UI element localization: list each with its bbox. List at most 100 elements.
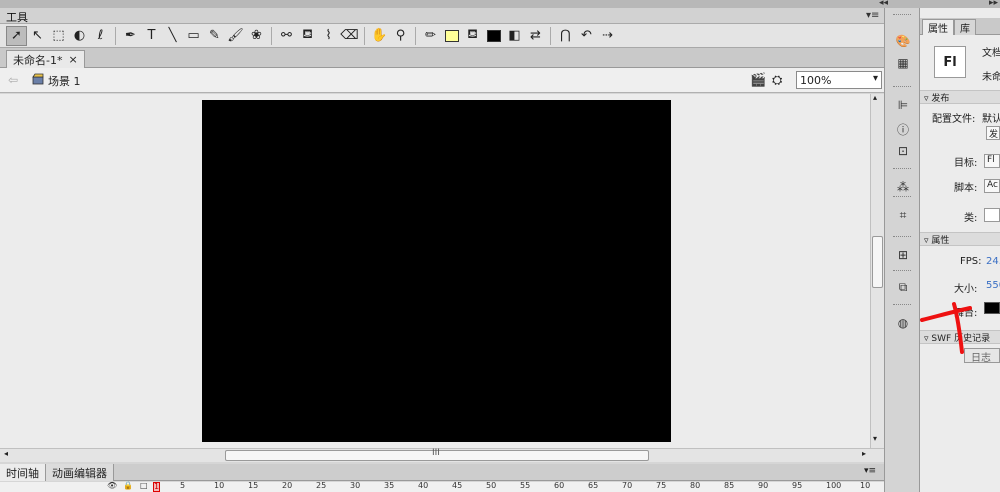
panel-grip[interactable] <box>893 86 911 88</box>
properties-panel: 属性 库 Fl 文档 未命 ▿ 发布 配置文件: 默认 发 目标: Fl 脚本:… <box>920 8 1000 492</box>
collapse-right-icon[interactable]: ▸▸ <box>989 0 998 8</box>
stroke-color-icon[interactable]: ✏ <box>420 26 441 46</box>
color-palette-icon[interactable]: 🎨 <box>894 32 912 50</box>
panel-grip[interactable] <box>893 168 911 170</box>
timeline-menu-icon[interactable]: ▾≡ <box>864 466 876 476</box>
vertical-scroll-thumb[interactable] <box>872 236 883 288</box>
stage-work-area[interactable] <box>0 94 870 448</box>
frame-number: 85 <box>724 481 735 490</box>
snap-magnet-icon[interactable]: ⋂ <box>555 26 576 46</box>
eyedropper-tool-icon[interactable]: ⌇ <box>318 26 339 46</box>
horizontal-scrollbar[interactable]: ◂ III ▸ <box>0 448 884 462</box>
collapse-left-icon[interactable]: ◂◂ <box>879 0 888 8</box>
align-icon[interactable]: ⊫ <box>894 96 912 114</box>
frame-number: 50 <box>486 481 497 490</box>
panel-menu-icon[interactable]: ▾≡ <box>866 10 879 21</box>
frame-number: 35 <box>384 481 395 490</box>
lock-icon[interactable]: 🔒 <box>123 481 133 490</box>
tab-library[interactable]: 库 <box>954 19 976 35</box>
swap-colors-icon[interactable]: ⇄ <box>525 26 546 46</box>
toolbar-separator <box>271 26 272 45</box>
bone-tool-icon[interactable]: ⚯ <box>276 26 297 46</box>
playhead[interactable]: 1 <box>153 482 160 492</box>
size-value[interactable]: 550 <box>986 280 1000 291</box>
straighten-icon[interactable]: ⇢ <box>597 26 618 46</box>
stage-canvas[interactable] <box>202 100 671 442</box>
stage-color-swatch[interactable] <box>984 302 1000 314</box>
transform-icon[interactable]: ⊡ <box>894 142 912 160</box>
scroll-left-icon[interactable]: ◂ <box>4 449 8 458</box>
close-icon[interactable]: × <box>68 53 77 66</box>
pencil-tool-icon[interactable]: ✎ <box>204 26 225 46</box>
frame-ruler[interactable]: 👁 🔒 □ 1 5 10 15 20 25 30 35 40 45 50 55 60 65 70 75 80 8… <box>0 481 884 492</box>
scroll-down-icon[interactable]: ▾ <box>873 434 877 443</box>
toolbar-separator <box>364 26 365 45</box>
chevron-down-icon[interactable]: ▾ <box>873 73 878 84</box>
fill-color-swatch[interactable] <box>483 26 504 46</box>
log-button[interactable]: 日志 <box>964 348 1000 364</box>
swf-history-section[interactable]: ▿ SWF 历史记录 <box>920 330 1000 344</box>
lasso-tool-icon[interactable]: ℓ <box>90 26 111 46</box>
3d-rotation-tool-icon[interactable]: ◐ <box>69 26 90 46</box>
panel-grip[interactable] <box>893 270 911 272</box>
brush-tool-icon[interactable]: 🖌 <box>225 26 246 46</box>
properties-tab-bar: 属性 库 <box>920 18 1000 35</box>
back-arrow-icon[interactable]: ⇦ <box>8 73 18 87</box>
top-collapse-strip: ◂◂ ▸▸ <box>0 0 1000 8</box>
smooth-icon[interactable]: ↶ <box>576 26 597 46</box>
vertical-scrollbar[interactable]: ▴ ▾ <box>870 93 884 448</box>
eye-icon[interactable]: 👁 <box>107 481 117 490</box>
edit-symbols-icon[interactable]: ⛭ <box>772 73 782 88</box>
frame-number: 30 <box>350 481 361 490</box>
panel-grip[interactable] <box>893 196 911 198</box>
stroke-color-swatch[interactable] <box>441 26 462 46</box>
edit-scene-icon[interactable]: 🎬 <box>750 73 766 88</box>
target-select[interactable]: Fl <box>984 154 1000 168</box>
pen-tool-icon[interactable]: ✒ <box>120 26 141 46</box>
swatches-icon[interactable]: ▦ <box>894 54 912 72</box>
tab-properties[interactable]: 属性 <box>922 19 954 35</box>
rectangle-tool-icon[interactable]: ▭ <box>183 26 204 46</box>
components-icon[interactable]: ⁂ <box>894 178 912 196</box>
properties-section[interactable]: ▿ 属性 <box>920 232 1000 246</box>
fps-value[interactable]: 24. <box>986 256 1000 267</box>
document-tab[interactable]: 未命名-1* × <box>6 50 85 68</box>
horizontal-scroll-thumb[interactable]: III <box>225 448 649 461</box>
selection-tool-icon[interactable]: ➚ <box>6 25 27 46</box>
zoom-select[interactable]: 100% ▾ <box>796 71 882 89</box>
info-icon[interactable]: ⓘ <box>894 120 912 138</box>
free-transform-tool-icon[interactable]: ⬚ <box>48 26 69 46</box>
frame-number: 90 <box>758 481 769 490</box>
frame-number: 100 <box>826 481 842 490</box>
line-tool-icon[interactable]: ╲ <box>162 26 183 46</box>
tools-panel-header: 工具 ▾≡ <box>0 8 884 24</box>
class-input[interactable] <box>984 208 1000 222</box>
library-panel-icon[interactable]: ⊞ <box>894 246 912 264</box>
tab-timeline[interactable]: 时间轴 <box>0 464 46 481</box>
eraser-tool-icon[interactable]: ⌫ <box>339 26 360 46</box>
zoom-tool-icon[interactable]: ⚲ <box>390 26 411 46</box>
code-snippets-icon[interactable]: ⌗ <box>894 206 912 224</box>
scroll-right-icon[interactable]: ▸ <box>862 449 866 458</box>
deco-tool-icon[interactable]: ❀ <box>246 26 267 46</box>
frame-number: 65 <box>588 481 599 490</box>
publish-settings-button[interactable]: 发 <box>986 126 1000 140</box>
toolbar-separator <box>115 26 116 45</box>
movie-explorer-icon[interactable]: ⧉ <box>894 278 912 296</box>
publish-section[interactable]: ▿ 发布 <box>920 90 1000 104</box>
black-white-icon[interactable]: ◧ <box>504 26 525 46</box>
panel-grip[interactable] <box>893 236 911 238</box>
paint-bucket-tool-icon[interactable]: ⛾ <box>297 26 318 46</box>
text-tool-icon[interactable]: T <box>141 26 162 46</box>
scroll-up-icon[interactable]: ▴ <box>873 93 877 102</box>
outline-icon[interactable]: □ <box>140 481 148 490</box>
scene-label[interactable]: 场景 1 <box>48 73 81 89</box>
subselection-tool-icon[interactable]: ↖ <box>27 26 48 46</box>
motion-presets-icon[interactable]: ◍ <box>894 314 912 332</box>
fill-color-icon[interactable]: ⛾ <box>462 26 483 46</box>
tab-motion-editor[interactable]: 动画编辑器 <box>46 464 114 481</box>
hand-tool-icon[interactable]: ✋ <box>369 26 390 46</box>
panel-grip[interactable] <box>893 304 911 306</box>
script-select[interactable]: Ac <box>984 179 1000 193</box>
panel-grip[interactable] <box>893 14 911 16</box>
